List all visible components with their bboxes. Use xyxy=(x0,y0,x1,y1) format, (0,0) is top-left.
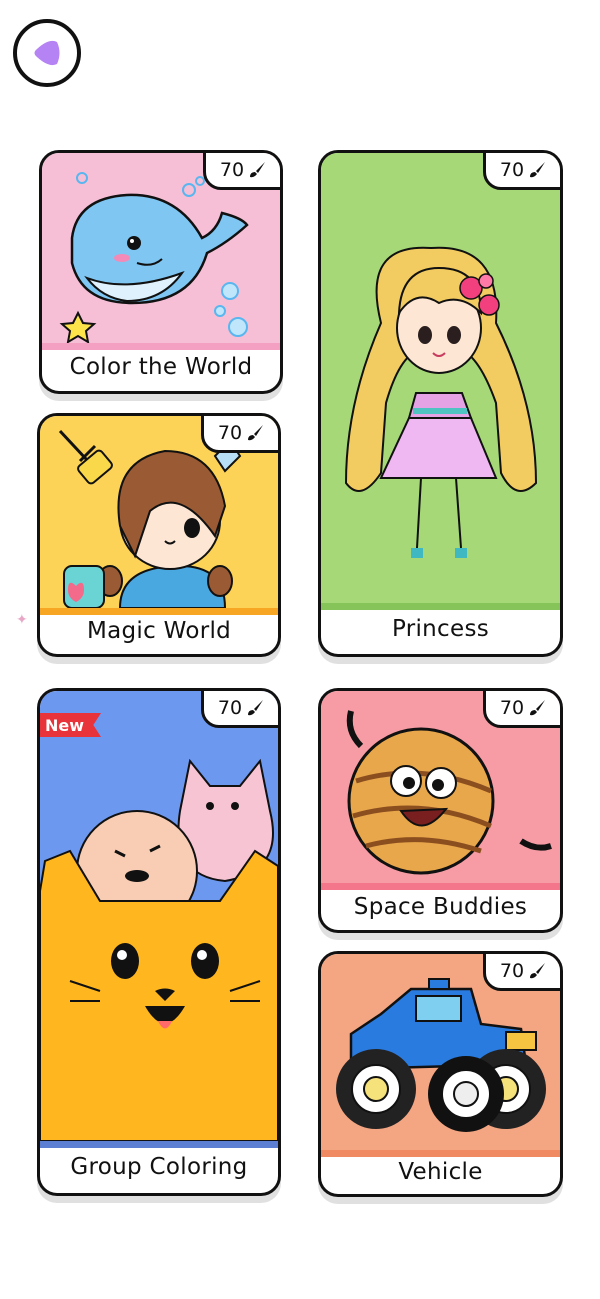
price-badge: 70 xyxy=(483,153,560,190)
card-princess[interactable]: Princess 70 xyxy=(318,150,563,657)
card-group-coloring[interactable]: Group Coloring New 70 xyxy=(37,688,281,1196)
badge-count: 70 xyxy=(499,960,525,982)
price-badge: 70 xyxy=(483,691,560,728)
card-label: Vehicle xyxy=(398,1159,483,1185)
cats-illustration xyxy=(40,758,278,1141)
paintbrush-icon xyxy=(250,162,266,178)
paintbrush-icon xyxy=(248,425,264,441)
card-vehicle[interactable]: Vehicle 70 xyxy=(318,951,563,1197)
price-badge: 70 xyxy=(201,691,278,728)
new-tag: New xyxy=(40,713,101,737)
paintbrush-icon xyxy=(530,162,546,178)
card-color-the-world[interactable]: Color the World 70 xyxy=(39,150,283,394)
card-artwork xyxy=(321,153,560,603)
card-space-buddies[interactable]: Space Buddies 70 xyxy=(318,688,563,933)
card-label: Color the World xyxy=(69,354,253,380)
price-badge: 70 xyxy=(201,416,278,453)
price-badge: 70 xyxy=(483,954,560,991)
paintbrush-icon xyxy=(530,700,546,716)
princess-illustration xyxy=(344,246,538,558)
paintbrush-icon xyxy=(248,700,264,716)
badge-count: 70 xyxy=(217,422,243,444)
back-button[interactable] xyxy=(13,19,81,87)
price-badge: 70 xyxy=(203,153,280,190)
card-label: Space Buddies xyxy=(353,894,528,920)
play-back-icon xyxy=(34,40,60,66)
badge-count: 70 xyxy=(219,159,245,181)
card-artwork xyxy=(40,691,278,1141)
card-label: Princess xyxy=(391,616,490,642)
badge-count: 70 xyxy=(499,697,525,719)
badge-count: 70 xyxy=(217,697,243,719)
card-magic-world[interactable]: Magic World 70 xyxy=(37,413,281,657)
card-label: Group Coloring xyxy=(70,1154,248,1180)
sparkle-decoration: ✦ xyxy=(16,612,28,628)
badge-count: 70 xyxy=(499,159,525,181)
paintbrush-icon xyxy=(530,963,546,979)
card-label: Magic World xyxy=(86,618,232,644)
